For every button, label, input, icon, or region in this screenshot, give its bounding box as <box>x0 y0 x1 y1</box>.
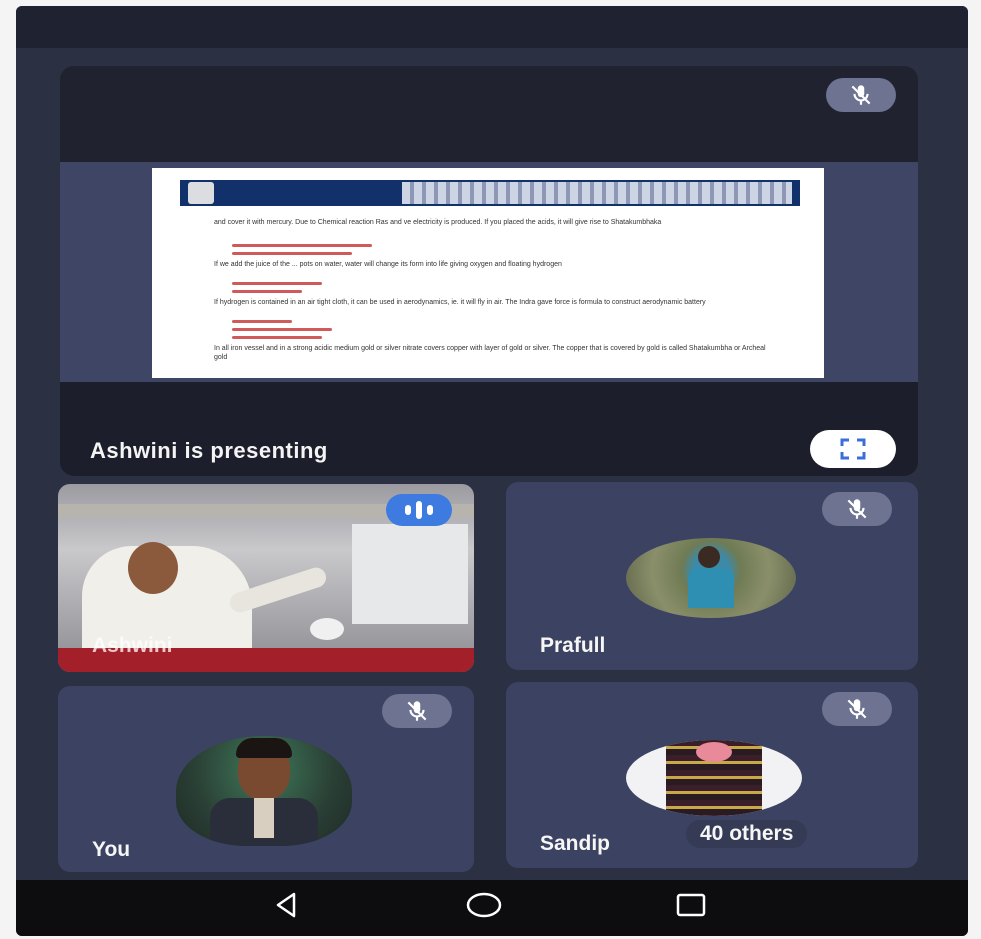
participant-name: Prafull <box>540 634 606 657</box>
presentation-tile[interactable]: and cover it with mercury. Due to Chemic… <box>60 66 918 476</box>
participant-name: Sandip <box>540 832 611 855</box>
participant-tile-ashwini[interactable]: Ashwini <box>58 484 474 672</box>
building-photo <box>402 182 792 204</box>
nav-home-icon[interactable] <box>464 890 504 920</box>
slide-bullet <box>232 244 372 247</box>
shared-screen: and cover it with mercury. Due to Chemic… <box>60 162 918 382</box>
participant-name: You <box>92 838 131 861</box>
fullscreen-icon <box>840 438 866 460</box>
video-person-head <box>128 542 178 594</box>
video-object <box>310 618 344 640</box>
participant-tile-sandip[interactable]: Sandip 40 others <box>506 682 918 868</box>
participant-tile-you[interactable]: You <box>58 686 474 872</box>
slide-bullet <box>232 290 302 293</box>
slide-bullet <box>232 320 292 323</box>
others-count-badge[interactable]: 40 others <box>686 820 808 848</box>
mic-off-icon <box>822 492 892 526</box>
nav-back-icon[interactable] <box>272 890 302 920</box>
slide-text: and cover it with mercury. Due to Chemic… <box>214 219 662 226</box>
video-whiteboard <box>352 524 468 624</box>
institution-logo <box>188 182 214 204</box>
mic-off-icon <box>826 78 896 112</box>
participant-tile-prafull[interactable]: Prafull <box>506 482 918 670</box>
slide-bullet <box>232 336 322 339</box>
meeting-screen: and cover it with mercury. Due to Chemic… <box>16 6 968 936</box>
avatar <box>176 736 352 846</box>
fullscreen-button[interactable] <box>810 430 896 468</box>
presenting-label: Ashwini is presenting <box>90 438 328 463</box>
presentation-header <box>60 66 918 162</box>
slide-bullet <box>232 252 352 255</box>
navigation-bar <box>16 880 968 936</box>
slide-bullet <box>232 328 332 331</box>
nav-recents-icon[interactable] <box>674 890 708 920</box>
avatar <box>626 538 796 618</box>
audio-level-icon <box>386 494 452 526</box>
slide-text: If hydrogen is contained in an air tight… <box>214 299 706 306</box>
slide: and cover it with mercury. Due to Chemic… <box>152 168 824 378</box>
slide-text: In all iron vessel and in a strong acidi… <box>214 345 766 361</box>
mic-off-icon <box>822 692 892 726</box>
avatar <box>626 740 802 816</box>
slide-bullet <box>232 282 322 285</box>
participant-name: Ashwini <box>92 634 173 657</box>
mic-off-icon <box>382 694 452 728</box>
slide-text: If we add the juice of the ... pots on w… <box>214 261 562 268</box>
status-bar <box>16 6 968 48</box>
